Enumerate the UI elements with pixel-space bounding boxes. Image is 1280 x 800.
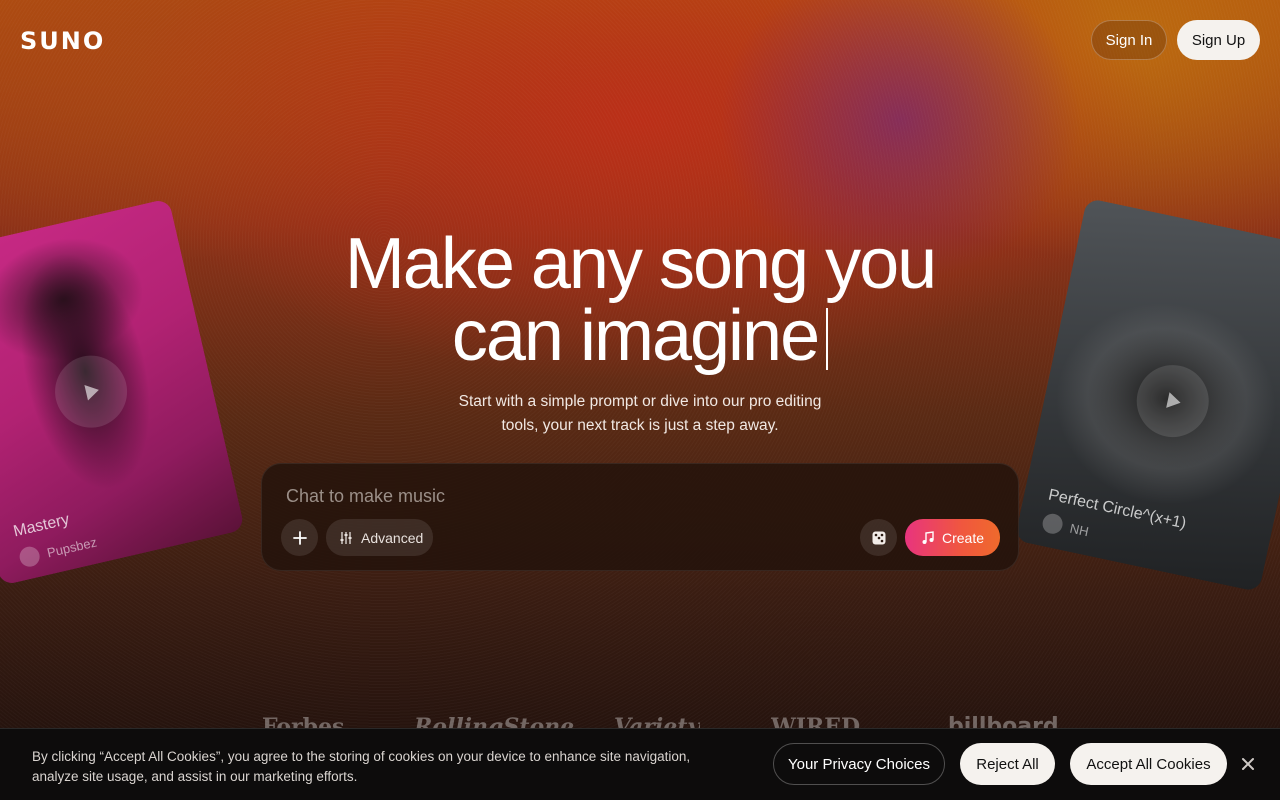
random-prompt-button[interactable] xyxy=(860,519,897,556)
advanced-button[interactable]: Advanced xyxy=(326,519,433,556)
create-label: Create xyxy=(942,529,985,546)
dice-icon xyxy=(872,531,885,544)
plus-icon xyxy=(292,530,307,545)
hero-headline-line1: Make any song you xyxy=(344,224,937,304)
sliders-icon xyxy=(340,531,352,544)
cookie-banner: By clicking “Accept All Cookies”, you ag… xyxy=(0,728,1280,800)
close-banner-button[interactable] xyxy=(1237,753,1259,775)
prompt-box: Advanced Create xyxy=(261,463,1019,571)
close-icon xyxy=(1242,758,1254,770)
reject-all-button[interactable]: Reject All xyxy=(960,743,1055,785)
privacy-choices-button[interactable]: Your Privacy Choices xyxy=(773,743,945,785)
sign-up-button[interactable]: Sign Up xyxy=(1177,20,1260,60)
advanced-label: Advanced xyxy=(361,529,424,546)
typing-cursor xyxy=(826,308,829,370)
artist-avatar xyxy=(1040,511,1065,536)
suno-logo[interactable]: SUNO xyxy=(20,27,105,55)
chat-input[interactable] xyxy=(286,484,846,508)
accept-all-cookies-button[interactable]: Accept All Cookies xyxy=(1070,743,1227,785)
cookie-message: By clicking “Accept All Cookies”, you ag… xyxy=(32,749,691,784)
sign-in-button[interactable]: Sign In xyxy=(1091,20,1167,60)
hero-headline-line2-text: can imagine xyxy=(451,296,820,376)
hero-headline-line2: can imagine xyxy=(0,300,1280,372)
hero-headline: Make any song you can imagine xyxy=(0,228,1280,372)
create-button[interactable]: Create xyxy=(905,519,1000,556)
song-title: Mastery xyxy=(11,511,72,541)
artist-avatar xyxy=(17,544,42,569)
music-note-icon xyxy=(922,530,934,544)
hero-subtitle: Start with a simple prompt or dive into … xyxy=(458,393,822,434)
artist-name: NH xyxy=(1068,520,1091,539)
add-button[interactable] xyxy=(281,519,318,556)
song-artist: NH xyxy=(1040,511,1091,541)
artist-name: Pupsbez xyxy=(45,533,99,560)
